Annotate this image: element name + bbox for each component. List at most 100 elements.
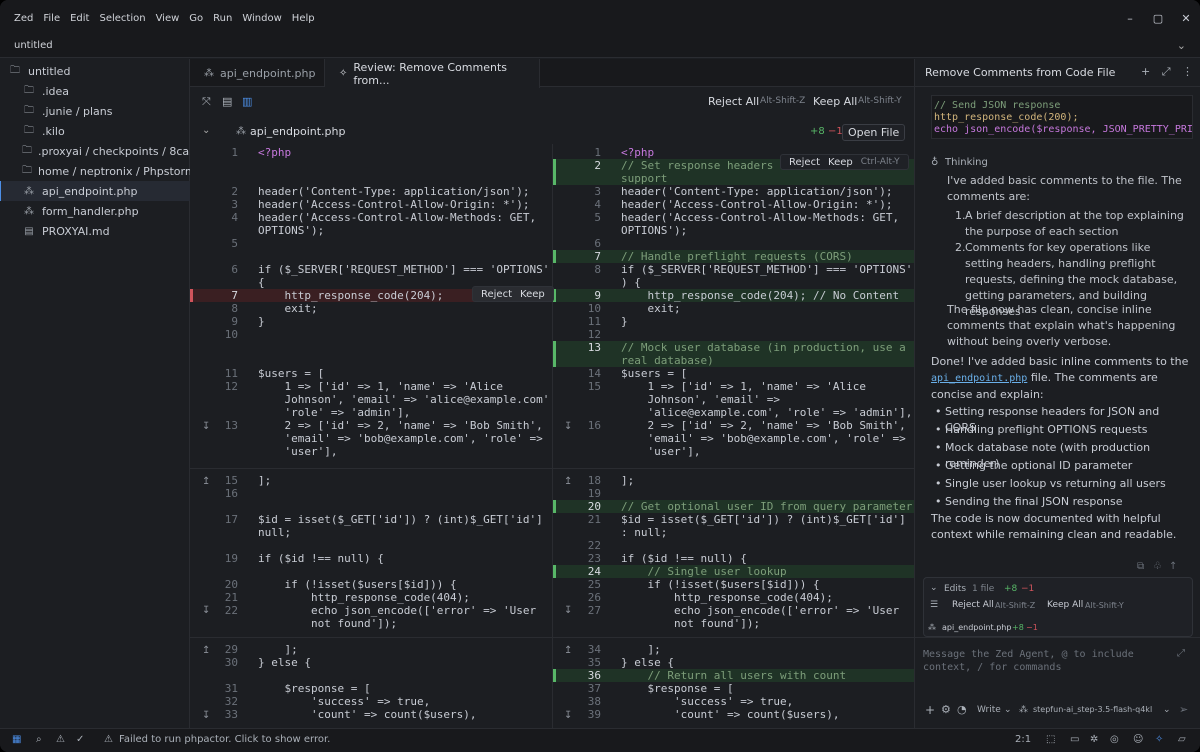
- tree-item-home[interactable]: 🗀 home / neptronix / PhpstormP: [0, 161, 190, 181]
- open-file-button[interactable]: Open File: [842, 124, 906, 141]
- menu-window[interactable]: Window: [242, 13, 281, 24]
- collab-icon[interactable]: ☺: [1133, 734, 1143, 745]
- reject-hunk-button[interactable]: Reject: [481, 289, 512, 300]
- diff-line[interactable]: 8 if ($_SERVER['REQUEST_METHOD'] === 'OPT…: [553, 263, 914, 276]
- diff-line[interactable]: 11}: [553, 315, 914, 328]
- tab-api-endpoint[interactable]: ⁂ api_endpoint.php: [190, 59, 325, 87]
- fold-down-icon[interactable]: ↧: [564, 421, 572, 432]
- chevron-down-icon[interactable]: ⌄: [930, 580, 938, 596]
- diff-line[interactable]: 10 exit;: [553, 302, 914, 315]
- diff-line[interactable]: 35} else {: [553, 656, 914, 669]
- diff-line[interactable]: 22 echo json_encode(['error' => 'User: [190, 604, 551, 617]
- diff-line[interactable]: 4 header('Access-Control-Allow-Methods: G…: [190, 211, 551, 224]
- diagnostics-icon[interactable]: ⚠: [56, 734, 65, 745]
- keep-hunk-button[interactable]: Keep: [828, 157, 853, 168]
- diff-line[interactable]: [190, 341, 551, 354]
- tree-item-proxyai[interactable]: 🗀 .proxyai / checkpoints / 8ca30: [0, 141, 190, 161]
- chevron-down-icon[interactable]: ⌄: [1177, 39, 1186, 52]
- diff-line[interactable]: : null;: [553, 526, 914, 539]
- fold-up-icon[interactable]: ↥: [202, 645, 210, 656]
- edits-keep-all-button[interactable]: Keep All: [1047, 597, 1083, 613]
- diff-line[interactable]: 'user'],: [553, 445, 914, 458]
- diff-line[interactable]: [190, 669, 551, 682]
- menu-go[interactable]: Go: [189, 13, 203, 24]
- close-icon[interactable]: ✕: [1172, 12, 1200, 25]
- menu-view[interactable]: View: [156, 13, 180, 24]
- diff-line[interactable]: 11 $users = [: [190, 367, 551, 380]
- send-icon[interactable]: ➢: [1179, 702, 1188, 718]
- scroll-up-icon[interactable]: ↑: [1169, 559, 1177, 575]
- diff-line[interactable]: 36 // Return all users with count: [553, 669, 914, 682]
- diff-line[interactable]: 19: [553, 487, 914, 500]
- diff-line[interactable]: 1 <?php: [190, 146, 551, 159]
- tree-item-idea[interactable]: 🗀 .idea: [0, 81, 190, 101]
- diff-line[interactable]: 19 if ($id !== null) {: [190, 552, 551, 565]
- terminal-icon[interactable]: ▭: [1070, 734, 1079, 745]
- diff-line[interactable]: OPTIONS');: [190, 224, 551, 237]
- diff-line[interactable]: 5: [190, 237, 551, 250]
- diff-line[interactable]: [190, 354, 551, 367]
- diff-line[interactable]: 7 // Handle preflight requests (CORS): [553, 250, 914, 263]
- diff-line[interactable]: 'user'],: [190, 445, 551, 458]
- file-link[interactable]: api_endpoint.php: [931, 373, 1027, 384]
- tab-review[interactable]: ✧ Review: Remove Comments from...: [325, 59, 540, 88]
- thinking-label[interactable]: Thinking: [945, 155, 988, 171]
- diff-line[interactable]: Johnson', 'email' => 'alice@example.com'…: [190, 393, 551, 406]
- history-icon[interactable]: ◔: [957, 702, 967, 718]
- more-icon[interactable]: ⋮: [1182, 65, 1193, 78]
- diff-line[interactable]: 20 if (!isset($users[$id])) {: [190, 578, 551, 591]
- reject-all-button[interactable]: Reject All: [708, 95, 759, 108]
- diff-line[interactable]: 17 $id = isset($_GET['id']) ? (int)$_GET[…: [190, 513, 551, 526]
- feedback-icon[interactable]: ♧: [1153, 559, 1162, 575]
- keep-hunk-button[interactable]: Keep: [520, 289, 545, 300]
- tree-item-proxyai-md[interactable]: ▤ PROXYAI.md: [0, 221, 190, 241]
- copy-icon[interactable]: ⧉: [1137, 559, 1144, 575]
- chevron-down-icon[interactable]: ⌄: [1004, 702, 1012, 718]
- diff-line[interactable]: 26 http_response_code(404);: [553, 591, 914, 604]
- diff-line[interactable]: [190, 159, 551, 172]
- diff-line[interactable]: [190, 250, 551, 263]
- diff-line[interactable]: [190, 500, 551, 513]
- minimize-icon[interactable]: –: [1116, 12, 1144, 25]
- diff-line[interactable]: 12: [553, 328, 914, 341]
- diff-line[interactable]: [190, 565, 551, 578]
- diff-line[interactable]: [190, 539, 551, 552]
- expand-input-icon[interactable]: ⤢: [1177, 646, 1185, 662]
- diff-line[interactable]: 21 $id = isset($_GET['id']) ? (int)$_GET[…: [553, 513, 914, 526]
- fold-down-icon[interactable]: ↧: [564, 605, 572, 616]
- diff-line[interactable]: 10: [190, 328, 551, 341]
- diff-line[interactable]: 37 $response = [: [553, 682, 914, 695]
- diff-line[interactable]: 3 header('Content-Type: application/json'…: [553, 185, 914, 198]
- diff-line[interactable]: 2 header('Content-Type: application/json'…: [190, 185, 551, 198]
- menu-edit[interactable]: Edit: [70, 13, 89, 24]
- diff-line[interactable]: 6: [553, 237, 914, 250]
- diff-line[interactable]: 'email' => 'bob@example.com', 'role' =>: [190, 432, 551, 445]
- maximize-icon[interactable]: ▢: [1144, 12, 1172, 25]
- bell-icon[interactable]: ◎: [1110, 734, 1119, 745]
- diff-line[interactable]: not found']);: [190, 617, 551, 630]
- menu-file[interactable]: File: [43, 13, 60, 24]
- diff-line[interactable]: 21 http_response_code(404);: [190, 591, 551, 604]
- search-icon[interactable]: ⌕: [36, 734, 42, 745]
- cursor-position[interactable]: 2:1: [1015, 734, 1031, 745]
- diff-line[interactable]: 5 header('Access-Control-Allow-Methods: G…: [553, 211, 914, 224]
- tree-item-form-handler[interactable]: ⁂ form_handler.php: [0, 201, 190, 221]
- collapse-icon[interactable]: ⤧: [202, 95, 211, 109]
- edited-file-name[interactable]: api_endpoint.php: [942, 620, 1011, 636]
- chevron-down-icon[interactable]: ⌄: [202, 125, 210, 136]
- diff-line[interactable]: 23 if ($id !== null) {: [553, 552, 914, 565]
- add-context-icon[interactable]: +: [925, 702, 935, 718]
- model-selector[interactable]: stepfun-ai_step-3.5-flash-q4kl: [1033, 702, 1159, 718]
- split-view-icon[interactable]: ▥: [242, 95, 252, 108]
- diff-line[interactable]: 9}: [190, 315, 551, 328]
- diff-line[interactable]: support: [553, 172, 914, 185]
- diff-line[interactable]: 31 $response = [: [190, 682, 551, 695]
- message-input[interactable]: Message the Zed Agent, @ to include cont…: [923, 648, 1143, 674]
- diff-line[interactable]: [190, 172, 551, 185]
- project-panel-icon[interactable]: ▦: [12, 734, 21, 745]
- diff-line[interactable]: Johnson', 'email' =>: [553, 393, 914, 406]
- menu-selection[interactable]: Selection: [99, 13, 145, 24]
- expand-icon[interactable]: ⤢: [1162, 65, 1171, 78]
- diff-line[interactable]: ) {: [553, 276, 914, 289]
- diff-line[interactable]: 18];: [553, 474, 914, 487]
